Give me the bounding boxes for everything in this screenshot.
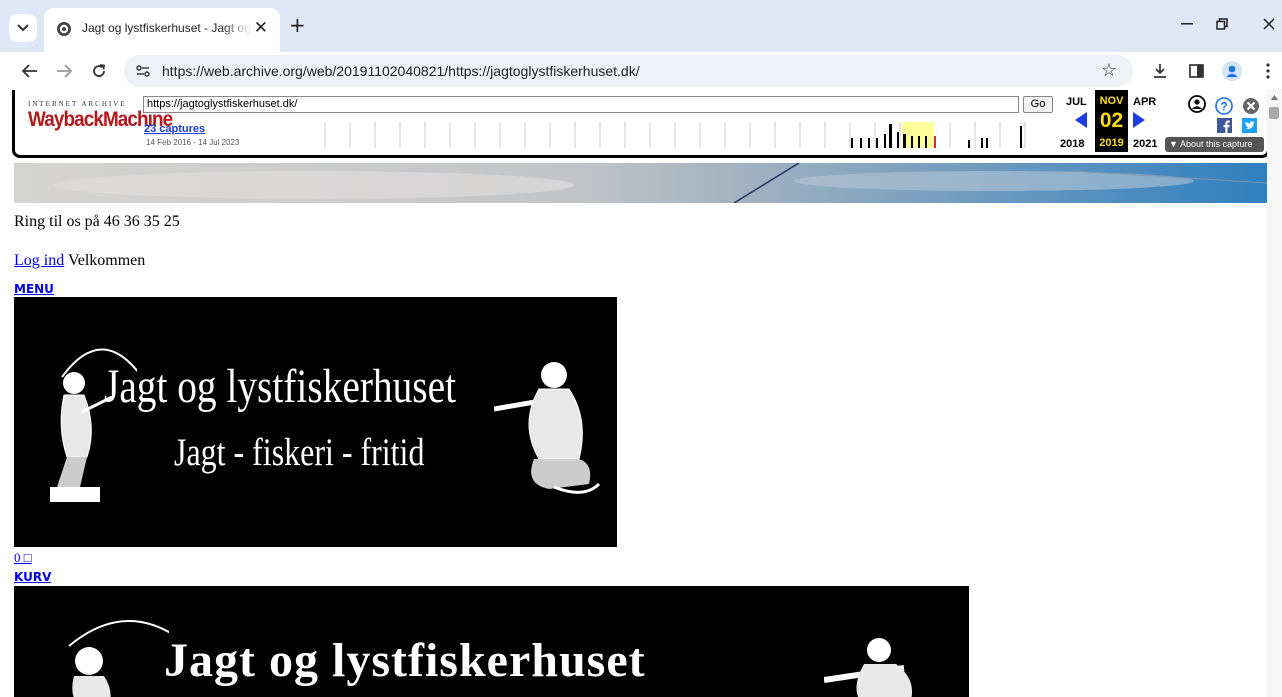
current-capture-date: NOV 02 2019	[1095, 90, 1128, 152]
cart-count-link[interactable]: 0 □	[14, 550, 32, 565]
reload-icon[interactable]	[88, 60, 110, 82]
site-logo[interactable]: Jagt og lystfiskerhuset Jagt - fiskeri -…	[14, 297, 617, 547]
prev-year-label[interactable]: 2018	[1060, 138, 1084, 150]
bookmark-star-icon[interactable]: ☆	[1101, 60, 1117, 81]
svg-text:?: ?	[1220, 100, 1227, 114]
menu-link[interactable]: MENU	[14, 282, 54, 296]
hero-banner-image	[14, 163, 1267, 203]
about-capture-label: About this capture	[1179, 139, 1253, 149]
capture-sparkline[interactable]	[323, 122, 1031, 148]
tab-search-chevron-icon[interactable]	[9, 14, 37, 42]
restore-icon[interactable]	[1212, 14, 1232, 34]
captures-link[interactable]: 23 captures	[144, 123, 205, 135]
profile-avatar-icon[interactable]	[1222, 61, 1242, 81]
next-year-label[interactable]: 2021	[1133, 138, 1157, 150]
prev-capture-arrow-icon[interactable]	[1075, 112, 1087, 128]
login-welcome-line: Log ind Velkommen	[14, 252, 145, 270]
forward-arrow-icon[interactable]	[53, 60, 75, 82]
minimize-icon[interactable]	[1177, 14, 1197, 34]
current-day: 02	[1099, 109, 1124, 132]
hunter-illustration-large	[824, 638, 912, 697]
facebook-icon[interactable]	[1217, 118, 1232, 133]
triangle-down-icon: ▼	[1169, 139, 1178, 149]
internet-archive-label: INTERNET ARCHIVE	[28, 100, 127, 108]
scroll-up-arrow-icon[interactable]	[1271, 95, 1278, 100]
browser-tab-active[interactable]: Jagt og lystfiskerhuset - Jagt og lystfi…	[44, 8, 280, 52]
side-panel-icon[interactable]	[1186, 61, 1206, 81]
close-window-icon[interactable]	[1259, 14, 1279, 34]
browser-toolbar: https://web.archive.org/web/201911020408…	[0, 52, 1282, 89]
current-month: NOV	[1099, 95, 1124, 107]
next-capture-arrow-icon[interactable]	[1133, 112, 1145, 128]
download-icon[interactable]	[1150, 61, 1170, 81]
wayback-url-input[interactable]: https://jagtoglystfiskerhuset.dk/	[143, 96, 1019, 113]
url-text: https://web.archive.org/web/201911020408…	[162, 63, 640, 79]
more-menu-icon[interactable]	[1258, 61, 1278, 81]
fisherman-illustration-large	[68, 620, 169, 697]
hunter-illustration	[494, 362, 601, 494]
next-month-label[interactable]: APR	[1133, 96, 1156, 108]
logo-title: Jagt og lystfiskerhuset	[104, 360, 457, 413]
close-toolbar-icon[interactable]	[1242, 97, 1260, 115]
tab-close-icon[interactable]: ✕	[254, 19, 268, 37]
logo-subtitle: Jagt - fiskeri - fritid	[174, 431, 425, 474]
scrollbar-thumb[interactable]	[1269, 107, 1279, 119]
wayback-go-button[interactable]: Go	[1023, 96, 1053, 113]
new-tab-plus-icon[interactable]: +	[289, 15, 306, 35]
page-scrollbar[interactable]	[1267, 89, 1282, 697]
address-bar[interactable]: https://web.archive.org/web/201911020408…	[124, 55, 1133, 87]
current-year: 2019	[1099, 137, 1124, 149]
prev-month-label[interactable]: JUL	[1066, 96, 1087, 108]
site-info-icon[interactable]	[136, 65, 150, 77]
phone-text: Ring til os på 46 36 35 25	[14, 213, 180, 230]
welcome-text: Velkommen	[67, 252, 146, 269]
site-logo-large[interactable]: Jagt og lystfiskerhuset	[14, 586, 969, 697]
help-icon[interactable]: ?	[1215, 97, 1233, 115]
about-this-capture-button[interactable]: ▼ About this capture	[1165, 137, 1264, 152]
user-account-icon[interactable]	[1188, 95, 1206, 113]
wayback-toolbar: INTERNET ARCHIVE WaybackMachine https://…	[12, 90, 1270, 158]
back-arrow-icon[interactable]	[19, 60, 41, 82]
capture-date-range: 14 Feb 2016 - 14 Jul 2023	[146, 138, 240, 147]
tab-title: Jagt og lystfiskerhuset - Jagt og lystfi…	[82, 21, 252, 35]
twitter-icon[interactable]	[1242, 118, 1257, 133]
tab-strip: Jagt og lystfiskerhuset - Jagt og lystfi…	[0, 0, 1282, 52]
login-link[interactable]: Log ind	[14, 252, 64, 269]
cart-count[interactable]: 0 □	[14, 550, 32, 566]
cart-link[interactable]: KURV	[14, 570, 51, 584]
globe-icon	[57, 22, 71, 36]
logo-title-large: Jagt og lystfiskerhuset	[164, 634, 646, 687]
